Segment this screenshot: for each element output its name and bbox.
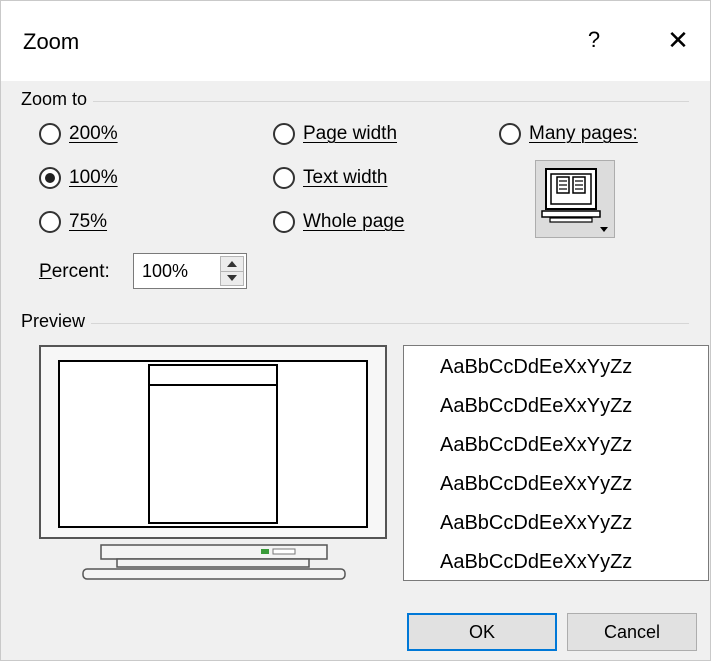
radio-many-pages[interactable]: Many pages:: [499, 123, 638, 145]
spin-up-icon: [227, 261, 237, 267]
spin-down-icon: [227, 275, 237, 281]
radio-100-label: 100%: [69, 167, 118, 188]
percent-value: 100%: [142, 261, 189, 281]
radio-circle: [499, 123, 521, 145]
zoom-dialog: Zoom ? ✕ Zoom to 200% 100% 75% Page widt…: [0, 0, 711, 661]
percent-label: Percent:: [39, 261, 110, 282]
radio-circle: [39, 211, 61, 233]
radio-many-pages-label: Many pages:: [529, 123, 638, 144]
radio-whole-page-label: Whole page: [303, 211, 405, 232]
many-pages-button[interactable]: [535, 160, 615, 238]
sample-line: AaBbCcDdEeXxYyZz: [440, 395, 633, 417]
preview-label: Preview: [21, 311, 92, 332]
sample-line: AaBbCcDdEeXxYyZz: [440, 473, 633, 495]
radio-page-width[interactable]: Page width: [273, 123, 397, 145]
spin-down-button[interactable]: [221, 271, 243, 285]
sample-line: AaBbCcDdEeXxYyZz: [440, 434, 633, 456]
radio-whole-page[interactable]: Whole page: [273, 211, 404, 233]
radio-circle: [273, 211, 295, 233]
zoom-to-divider: [21, 101, 689, 102]
radio-200-label: 200%: [69, 123, 118, 144]
preview-monitor: [39, 345, 389, 590]
dialog-title: Zoom: [23, 29, 80, 54]
radio-200[interactable]: 200%: [39, 123, 118, 145]
ok-button[interactable]: OK: [407, 613, 557, 651]
zoom-to-label: Zoom to: [21, 89, 94, 110]
radio-text-width-label: Text width: [303, 167, 388, 188]
title-bar: Zoom ? ✕: [1, 1, 710, 81]
close-icon[interactable]: ✕: [661, 23, 695, 57]
font-sample-box: AaBbCcDdEeXxYyZz AaBbCcDdEeXxYyZz AaBbCc…: [403, 345, 709, 581]
sample-line: AaBbCcDdEeXxYyZz: [440, 551, 633, 573]
radio-100[interactable]: 100%: [39, 167, 118, 189]
radio-circle: [273, 167, 295, 189]
radio-page-width-label: Page width: [303, 123, 398, 144]
preview-divider: [21, 323, 689, 324]
cancel-button[interactable]: Cancel: [567, 613, 697, 651]
percent-input[interactable]: 100%: [133, 253, 247, 289]
radio-75[interactable]: 75%: [39, 211, 107, 233]
radio-circle: [273, 123, 295, 145]
radio-text-width[interactable]: Text width: [273, 167, 387, 189]
sample-line: AaBbCcDdEeXxYyZz: [440, 512, 633, 534]
many-pages-icon: [541, 168, 608, 232]
radio-circle: [39, 167, 61, 189]
spin-up-button[interactable]: [221, 257, 243, 272]
percent-spinner[interactable]: [220, 256, 244, 286]
radio-circle: [39, 123, 61, 145]
help-icon[interactable]: ?: [579, 23, 609, 57]
radio-75-label: 75%: [69, 211, 108, 232]
radio-selected-dot: [45, 173, 55, 183]
sample-line: AaBbCcDdEeXxYyZz: [440, 356, 633, 378]
monitor-preview-graphic: [39, 345, 387, 580]
